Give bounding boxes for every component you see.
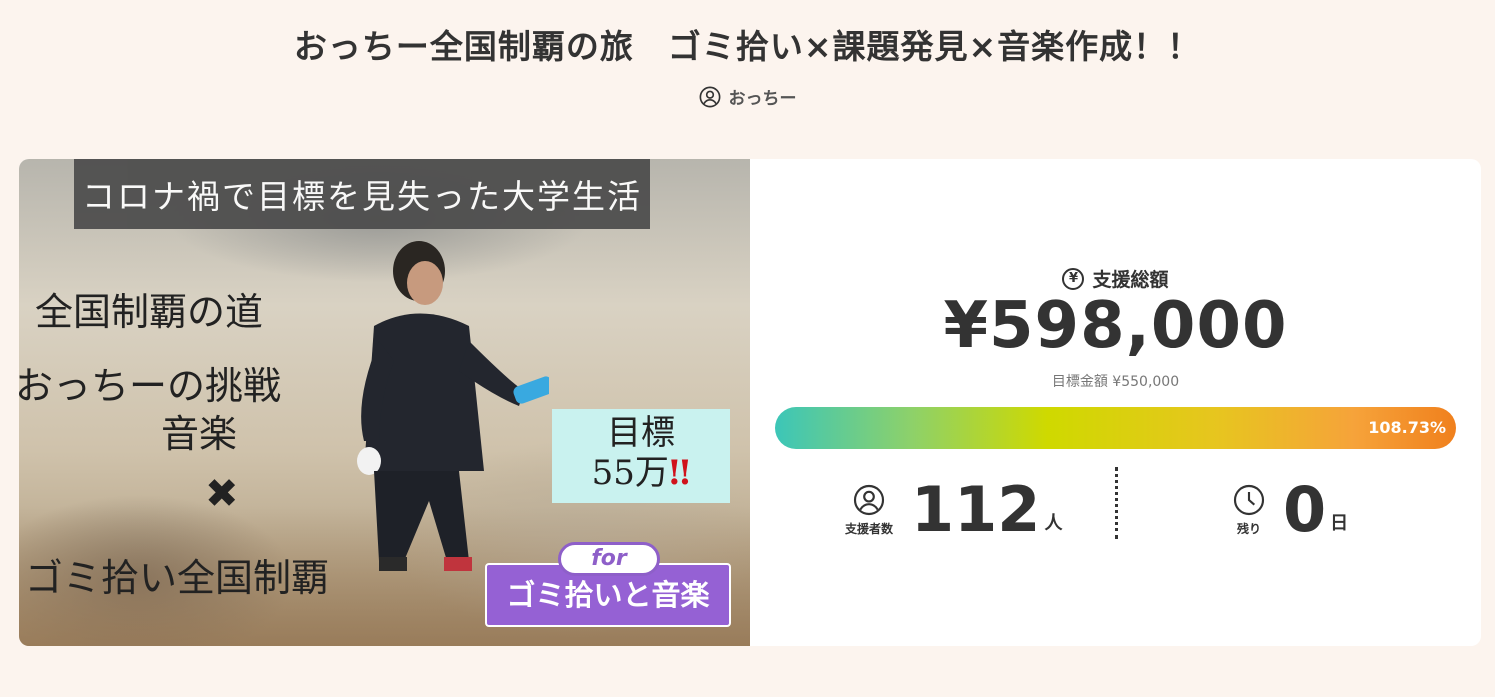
total-label-row: ¥ 支援総額 (750, 265, 1481, 292)
project-image[interactable]: コロナ禍で目標を見失った大学生活 全国制覇の道 おっちーの挑戦 音楽 ✖ ゴミ拾… (19, 159, 750, 646)
project-card: コロナ禍で目標を見失った大学生活 全国制覇の道 おっちーの挑戦 音楽 ✖ ゴミ拾… (19, 159, 1481, 646)
supporters-unit: 人 (1044, 513, 1063, 534)
owner-link[interactable]: おっちー (0, 84, 1495, 109)
project-title: おっちー全国制覇の旅 ゴミ拾い×課題発見×音楽作成！！ (293, 27, 1202, 66)
metric-divider (1115, 467, 1118, 539)
clock-icon (1233, 484, 1265, 516)
image-goal-amount: 55万 (591, 453, 669, 493)
yen-icon: ¥ (1062, 267, 1085, 290)
supporters-count: 112 (911, 473, 1041, 546)
image-text-line2: おっちーの挑戦 (19, 364, 282, 408)
supporters-icon-group: 支援者数 (845, 484, 893, 541)
total-amount: ¥598,000 (943, 289, 1288, 363)
supporters-metric: 支援者数 112 人 (845, 465, 1062, 541)
remaining-unit: 日 (1330, 513, 1349, 534)
exclamation-icon: ‼ (668, 453, 691, 493)
image-goal-amount-row: 55万‼ (552, 453, 730, 493)
image-cross-mark: ✖ (205, 471, 239, 517)
remaining-icon-group: 残り (1233, 484, 1265, 541)
image-goal-box: 目標 55万‼ (552, 409, 730, 503)
user-icon (853, 484, 885, 516)
supporters-label: 支援者数 (845, 522, 894, 536)
image-banner: コロナ禍で目標を見失った大学生活 (74, 159, 650, 229)
total-label: 支援総額 (1092, 269, 1169, 291)
image-text-line4: ゴミ拾い全国制覇 (25, 556, 330, 600)
user-icon (699, 86, 720, 107)
image-for-pill: for (558, 542, 660, 576)
image-text-line1: 全国制覇の道 (35, 290, 264, 334)
stats-panel: ¥ 支援総額 ¥598,000 目標金額 ¥550,000 108.73% 支援… (750, 159, 1481, 646)
remaining-label: 残り (1236, 522, 1261, 536)
image-text-line3: 音楽 (161, 412, 238, 456)
remaining-metric: 残り 0 日 (1233, 465, 1348, 541)
progress-percent: 108.73% (1368, 418, 1446, 437)
goal-amount: 目標金額 ¥550,000 (1051, 374, 1180, 390)
progress-bar: 108.73% (775, 407, 1456, 449)
remaining-count: 0 (1283, 473, 1327, 546)
owner-name: おっちー (728, 89, 797, 109)
image-goal-label: 目標 (607, 413, 675, 453)
